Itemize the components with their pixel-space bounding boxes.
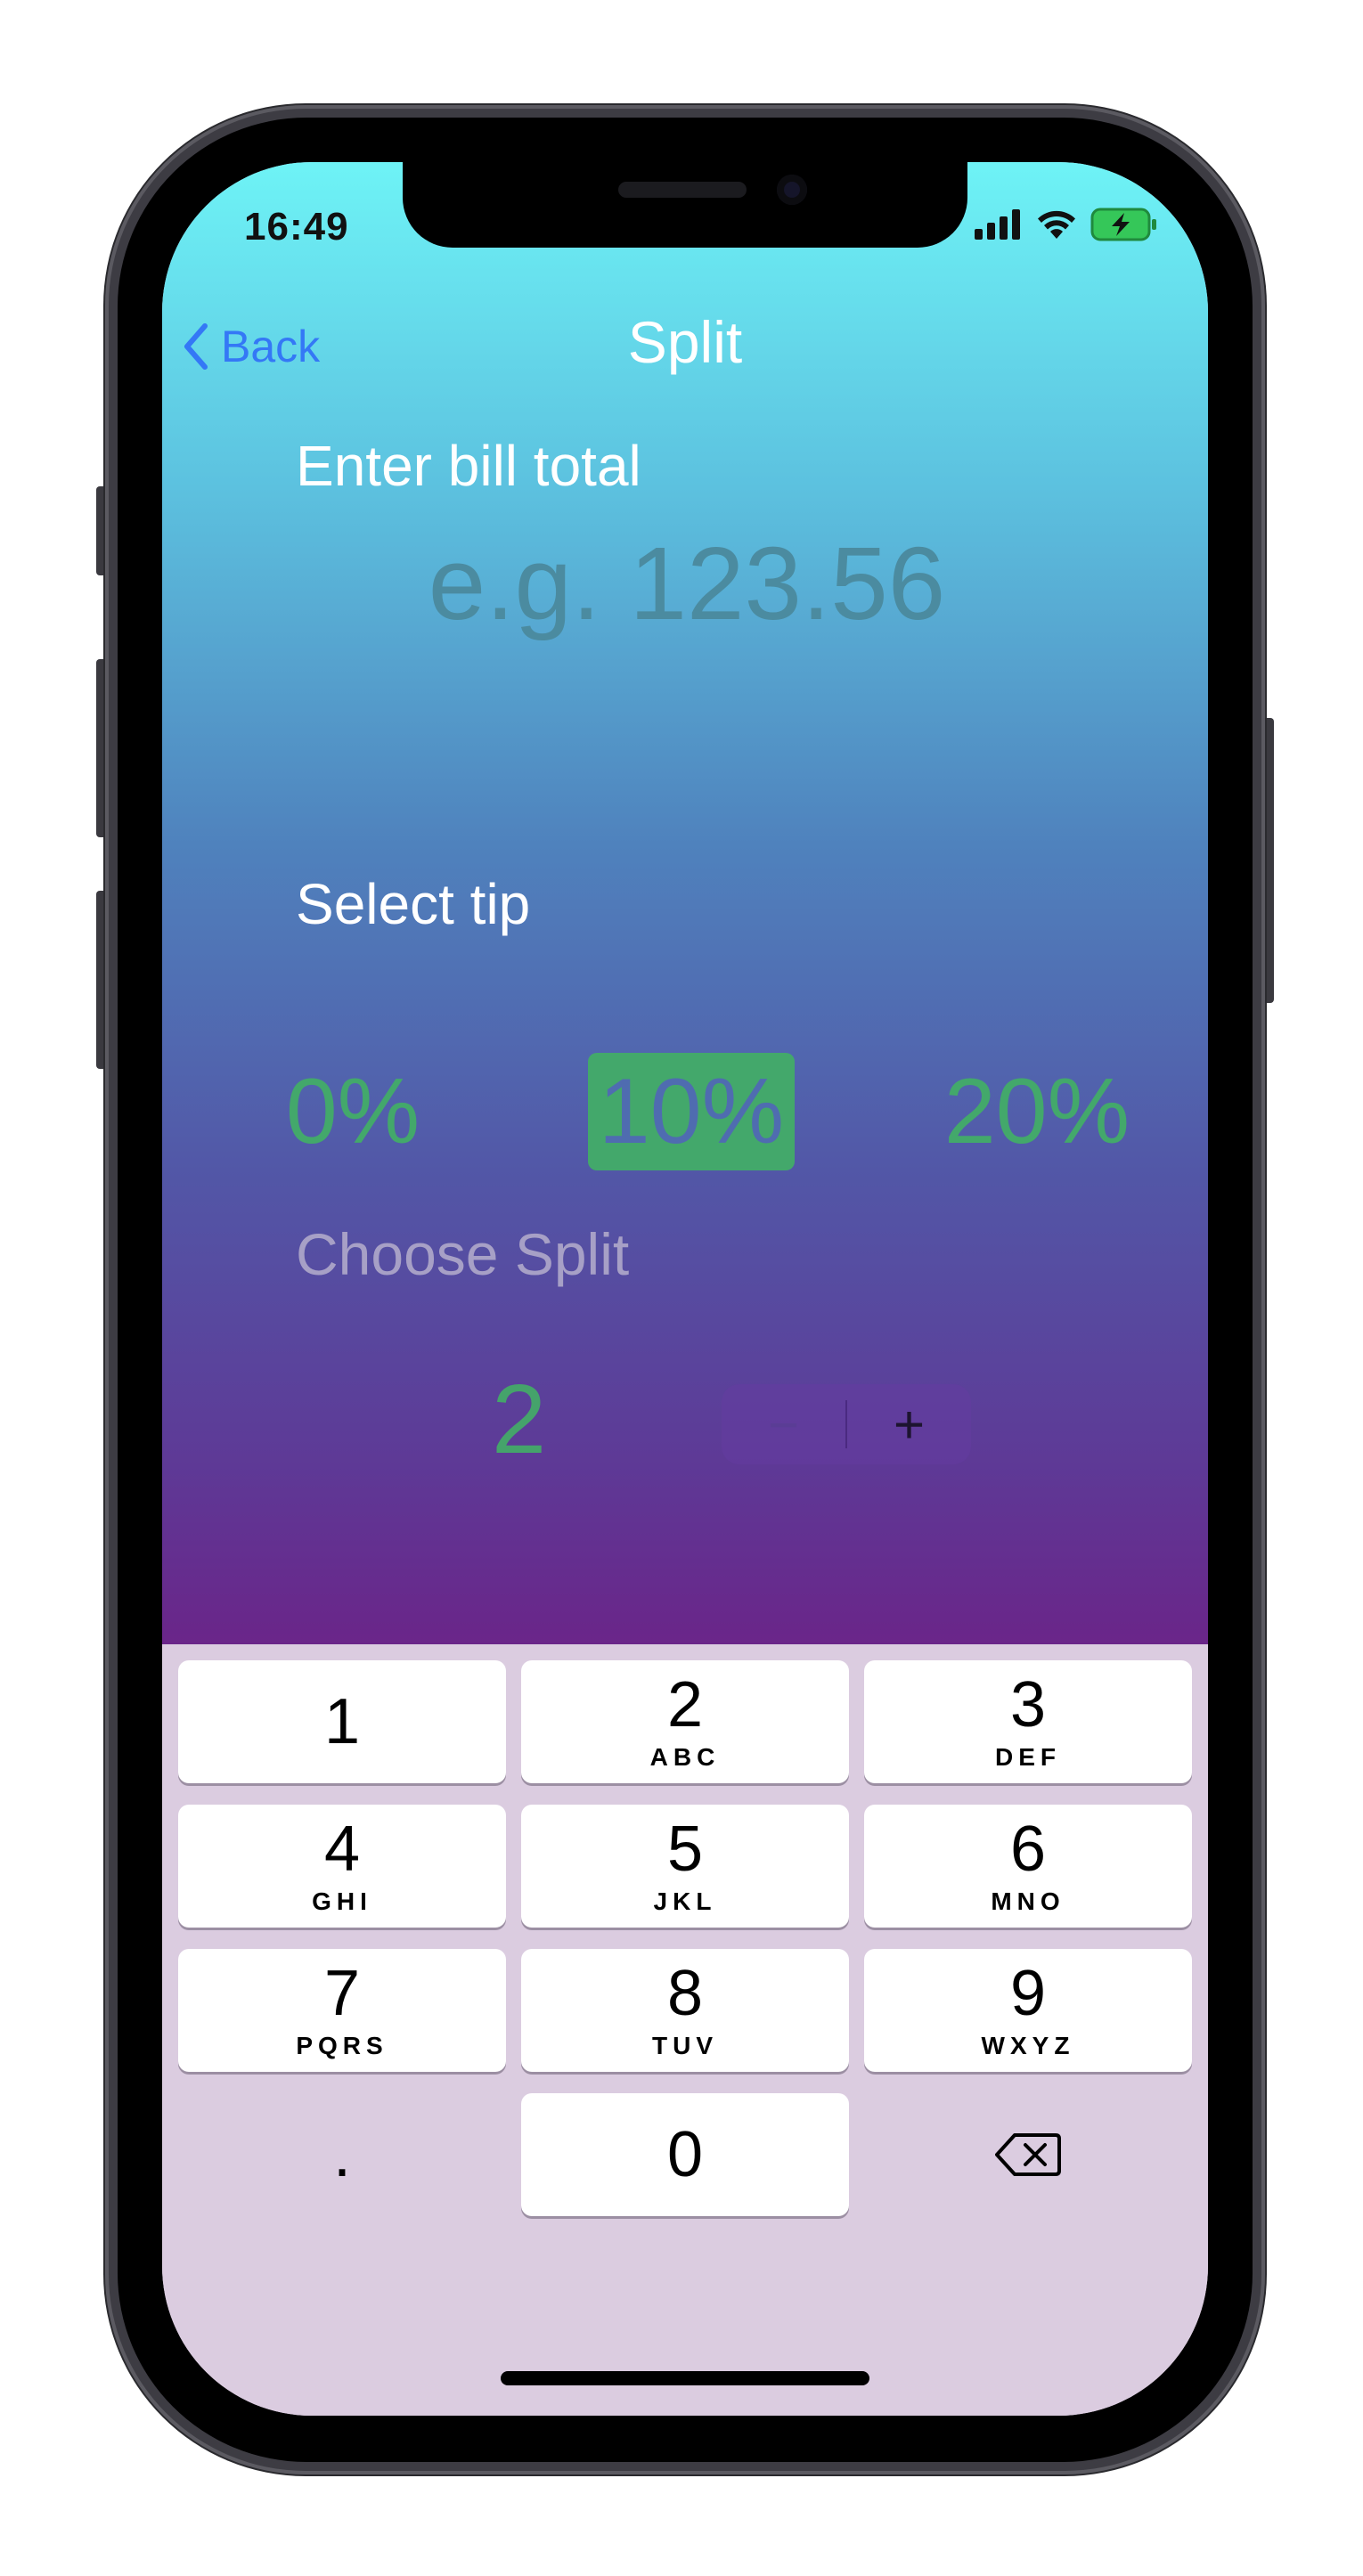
split-value: 2: [492, 1365, 547, 1474]
key-letters: WXYZ: [981, 2032, 1075, 2059]
key-2[interactable]: 2 ABC: [521, 1660, 849, 1783]
key-number: 1: [323, 1686, 361, 1757]
key-letters: ABC: [649, 1743, 721, 1771]
tip-option-20[interactable]: 20%: [934, 1053, 1140, 1170]
key-5[interactable]: 5 JKL: [521, 1805, 849, 1928]
key-number: 0: [666, 2119, 704, 2190]
delete-backspace-icon: [995, 2133, 1061, 2176]
key-number: 3: [1009, 1669, 1047, 1740]
phone-screen: 16:49 Back Split Enter bill total e.g. 1…: [162, 162, 1208, 2416]
key-number: 2: [666, 1669, 704, 1740]
key-4[interactable]: 4 GHI: [178, 1805, 506, 1928]
stepper-increment-button[interactable]: +: [847, 1384, 971, 1464]
home-indicator[interactable]: [501, 2371, 869, 2385]
key-6[interactable]: 6 MNO: [864, 1805, 1192, 1928]
key-1[interactable]: 1: [178, 1660, 506, 1783]
status-time: 16:49: [244, 205, 349, 249]
key-3[interactable]: 3 DEF: [864, 1660, 1192, 1783]
notch: [403, 162, 967, 248]
bill-total-input[interactable]: [296, 502, 1078, 664]
key-number: 4: [323, 1814, 361, 1885]
key-7[interactable]: 7 PQRS: [178, 1949, 506, 2072]
tip-option-0[interactable]: 0%: [273, 1053, 433, 1170]
page-title: Split: [627, 309, 743, 375]
key-letters: TUV: [652, 2032, 718, 2059]
key-9[interactable]: 9 WXYZ: [864, 1949, 1192, 2072]
status-icons: [975, 207, 1158, 242]
key-letters: DEF: [995, 1743, 1061, 1771]
cellular-signal-icon: [975, 209, 1020, 240]
key-delete[interactable]: [864, 2093, 1192, 2216]
split-stepper: − +: [722, 1384, 971, 1464]
stepper-decrement-button[interactable]: −: [722, 1384, 845, 1464]
numeric-keypad: 1 2 ABC 3 DEF 4 GHI 5 JKL 6 MNO 7 PQRS 8…: [162, 1644, 1208, 2416]
choose-split-label: Choose Split: [296, 1221, 630, 1287]
front-camera: [777, 175, 807, 205]
tip-option-10[interactable]: 10%: [588, 1053, 795, 1170]
speaker-grille: [618, 182, 747, 198]
key-number: .: [332, 2119, 351, 2190]
bill-total-label: Enter bill total: [296, 434, 641, 498]
key-letters: GHI: [312, 1887, 372, 1915]
key-letters: PQRS: [296, 2032, 388, 2059]
key-number: 7: [323, 1958, 361, 2029]
battery-charging-icon: [1090, 208, 1156, 241]
key-0[interactable]: 0: [521, 2093, 849, 2216]
select-tip-label: Select tip: [296, 872, 531, 936]
key-number: 9: [1009, 1958, 1047, 2029]
key-number: 6: [1009, 1814, 1047, 1885]
key-8[interactable]: 8 TUV: [521, 1949, 849, 2072]
app-background: 16:49 Back Split Enter bill total e.g. 1…: [162, 162, 1208, 1644]
key-letters: JKL: [653, 1887, 717, 1915]
tip-segmented-control: 0% 10% 20%: [273, 1053, 1130, 1170]
key-number: 5: [666, 1814, 704, 1885]
wifi-icon: [1038, 210, 1075, 239]
key-decimal[interactable]: .: [178, 2093, 506, 2216]
key-letters: MNO: [991, 1887, 1065, 1915]
key-number: 8: [666, 1958, 704, 2029]
